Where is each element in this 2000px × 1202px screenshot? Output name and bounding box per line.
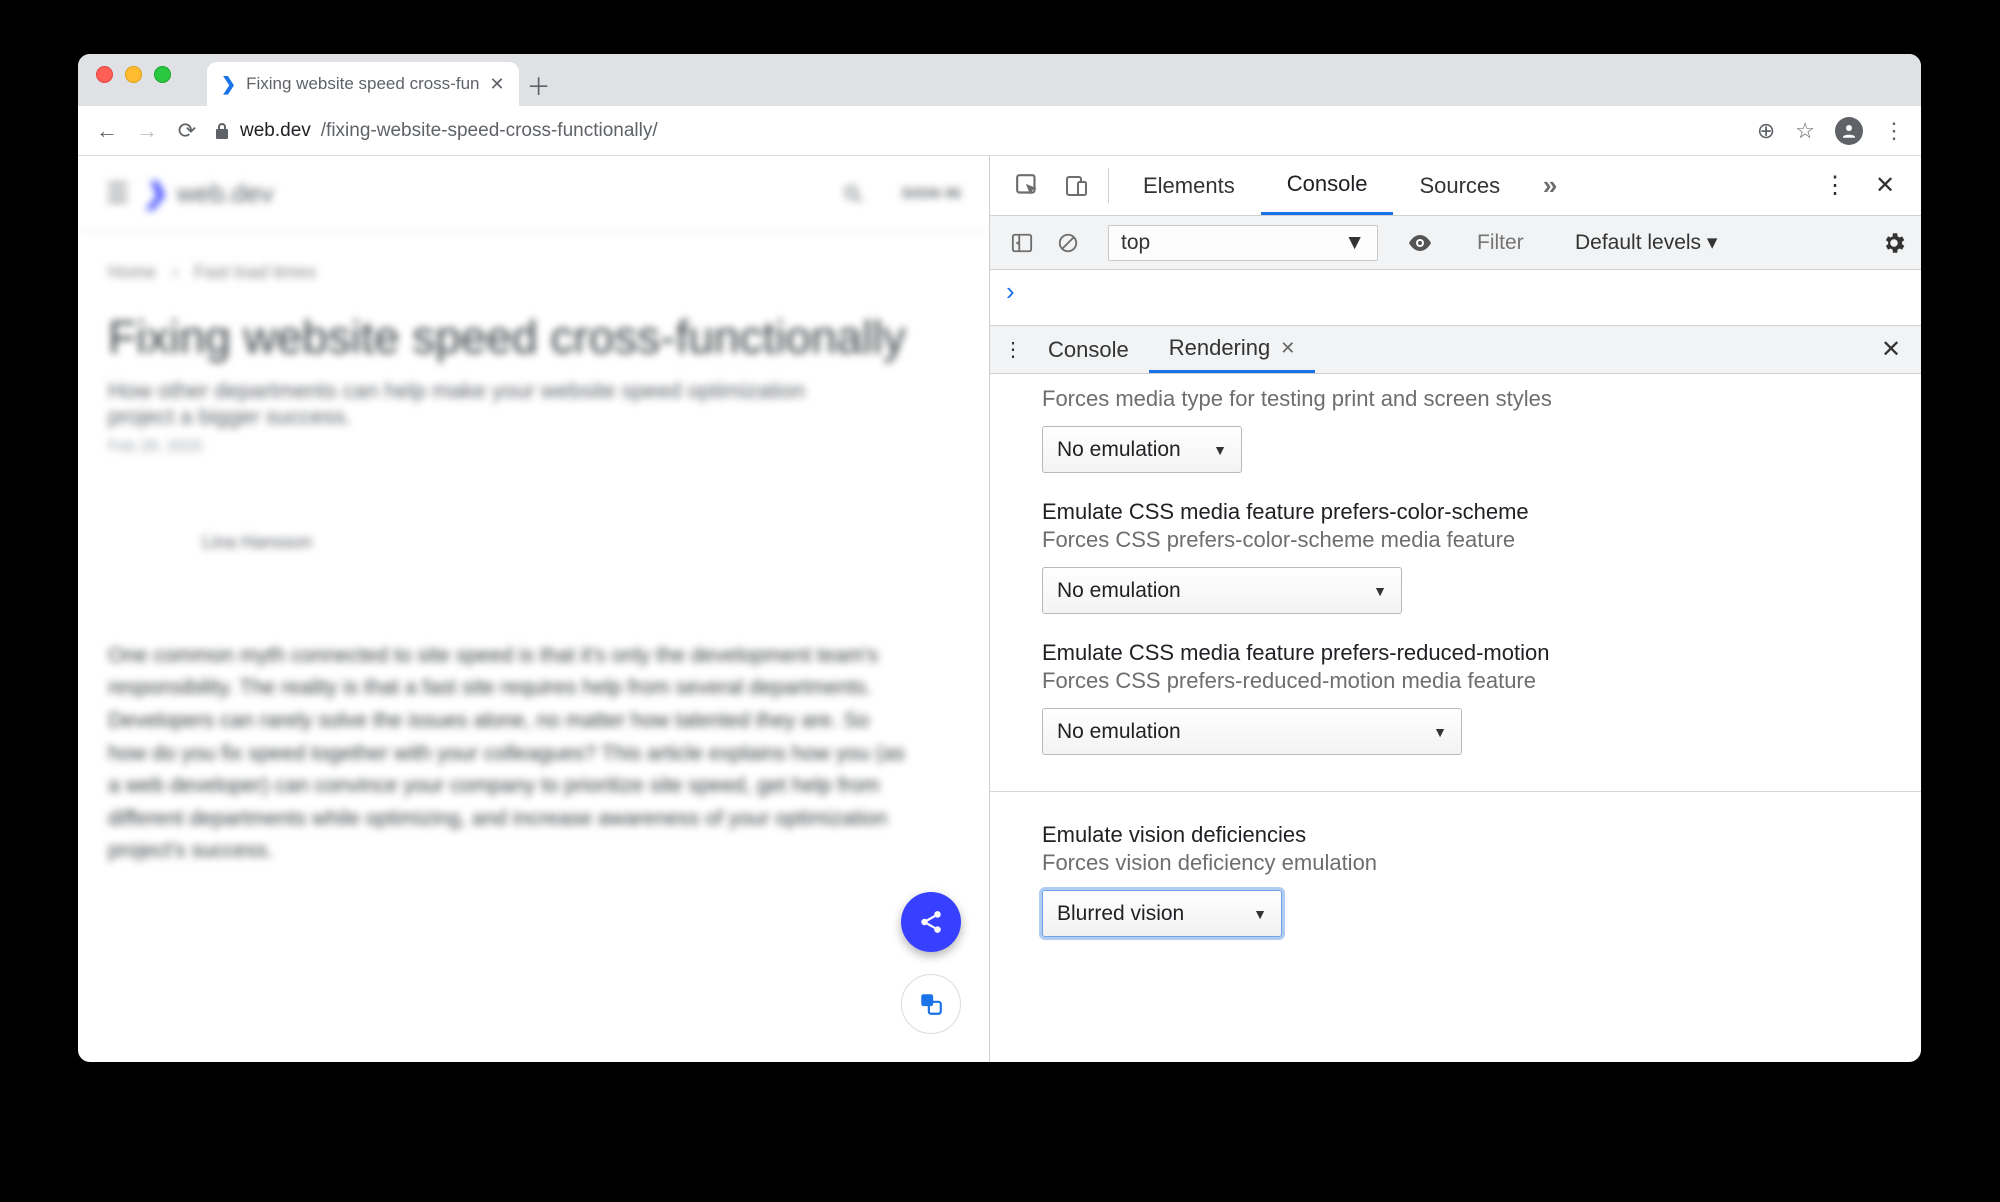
site-header: ☰ ❯ web.dev SIGN IN [78,156,989,232]
share-fab[interactable] [901,892,961,952]
console-settings-icon[interactable] [1881,230,1907,256]
tab-sources[interactable]: Sources [1393,156,1526,215]
forward-button[interactable]: → [134,118,160,144]
translate-fab[interactable] [901,974,961,1034]
devtools-tabbar: Elements Console Sources » ⋮ ✕ [990,156,1921,216]
log-levels-selector[interactable]: Default levels ▾ [1575,230,1717,255]
tab-close-icon[interactable]: ✕ [489,74,504,95]
drawer-close-icon[interactable]: ✕ [1869,326,1913,373]
window-close-button[interactable] [96,66,113,83]
devtools-close-icon[interactable]: ✕ [1863,171,1907,200]
author-avatar [108,506,182,580]
url-host: web.dev [240,120,311,142]
caret-down-icon: ▼ [1344,231,1365,255]
drawer-tab-label: Console [1048,337,1129,363]
url-path: /fixing-website-speed-cross-functionally… [321,120,658,142]
caret-down-icon: ▼ [1253,906,1267,922]
prefers-color-scheme-title: Emulate CSS media feature prefers-color-… [1042,499,1869,525]
prefers-color-scheme-select[interactable]: No emulation ▼ [1042,567,1402,614]
back-button[interactable]: ← [94,118,120,144]
more-tabs-icon[interactable]: » [1526,156,1574,215]
drawer-menu-icon[interactable]: ⋮ [998,326,1028,373]
prefers-reduced-motion-select[interactable]: No emulation ▼ [1042,708,1462,755]
prefers-reduced-motion-title: Emulate CSS media feature prefers-reduce… [1042,640,1869,666]
console-filter-input[interactable] [1477,226,1557,260]
rendering-drawer[interactable]: Forces media type for testing print and … [990,374,1921,1062]
article-paragraph: One common myth connected to site speed … [108,640,908,868]
select-value: No emulation [1057,720,1181,744]
media-type-desc: Forces media type for testing print and … [1042,386,1869,412]
context-value: top [1121,231,1150,255]
site-name: web.dev [177,178,274,209]
window-zoom-button[interactable] [154,66,171,83]
browser-menu-icon[interactable]: ⋮ [1883,118,1905,144]
page-title: Fixing website speed cross-functionally [108,311,959,364]
tab-favicon-icon: ❯ [221,74,236,95]
page-date: Feb 28, 2020 [108,438,959,456]
clear-console-icon[interactable] [1050,225,1086,261]
install-icon[interactable]: ⊕ [1757,118,1775,144]
prefers-reduced-motion-desc: Forces CSS prefers-reduced-motion media … [1042,668,1869,694]
select-value: No emulation [1057,579,1181,603]
tab-title: Fixing website speed cross-fun [246,74,479,94]
drawer-tabbar: ⋮ Console Rendering ✕ ✕ [990,326,1921,374]
window-minimize-button[interactable] [125,66,142,83]
page-viewport: ☰ ❯ web.dev SIGN IN Home › [78,156,990,1062]
lock-icon [214,122,230,140]
media-type-select[interactable]: No emulation ▼ [1042,426,1242,473]
breadcrumb-item[interactable]: Home [108,262,156,283]
breadcrumb[interactable]: Home › Fast load times [108,262,959,283]
prefers-color-scheme-desc: Forces CSS prefers-color-scheme media fe… [1042,527,1869,553]
search-icon[interactable] [842,183,864,205]
author-name: Lina Hansson [202,532,312,553]
console-output[interactable]: › [990,270,1921,326]
devtools-menu-icon[interactable]: ⋮ [1813,171,1857,200]
drawer-tab-label: Rendering [1169,335,1271,361]
titlebar: ❯ Fixing website speed cross-fun ✕ ＋ [78,54,1921,106]
console-prompt-icon: › [1006,276,1015,306]
vision-deficiencies-desc: Forces vision deficiency emulation [1042,850,1869,876]
device-toolbar-icon[interactable] [1052,156,1100,215]
browser-toolbar: ← → ⟳ web.dev/fixing-website-speed-cross… [78,106,1921,156]
browser-tab[interactable]: ❯ Fixing website speed cross-fun ✕ [207,62,519,106]
select-value: Blurred vision [1057,902,1184,926]
live-expression-icon[interactable] [1402,225,1438,261]
caret-down-icon: ▼ [1213,442,1227,458]
reload-button[interactable]: ⟳ [174,118,200,144]
console-toolbar: top ▼ Default levels ▾ [990,216,1921,270]
address-bar[interactable]: web.dev/fixing-website-speed-cross-funct… [214,120,1743,142]
console-sidebar-toggle-icon[interactable] [1004,225,1040,261]
devtools-panel: Elements Console Sources » ⋮ ✕ [990,156,1921,1062]
menu-icon[interactable]: ☰ [106,178,129,209]
chevron-right-icon: › [172,262,178,283]
tab-elements[interactable]: Elements [1117,156,1261,215]
inspect-element-icon[interactable] [1004,156,1052,215]
site-logo[interactable]: ❯ web.dev [145,177,273,210]
profile-avatar[interactable] [1835,117,1863,145]
vision-deficiencies-title: Emulate vision deficiencies [1042,822,1869,848]
caret-down-icon: ▼ [1433,724,1447,740]
breadcrumb-item[interactable]: Fast load times [194,262,316,283]
select-value: No emulation [1057,438,1181,462]
new-tab-button[interactable]: ＋ [519,62,559,106]
author-block: Lina Hansson [108,506,959,580]
caret-down-icon: ▼ [1373,583,1387,599]
drawer-tab-rendering[interactable]: Rendering ✕ [1149,326,1316,373]
vision-deficiencies-select[interactable]: Blurred vision ▼ [1042,890,1282,937]
drawer-tab-console[interactable]: Console [1028,326,1149,373]
page-subtitle: How other departments can help make your… [108,378,868,430]
tab-console[interactable]: Console [1261,156,1394,215]
sign-in-link[interactable]: SIGN IN [902,185,961,202]
drawer-tab-close-icon[interactable]: ✕ [1280,338,1295,359]
browser-window: ❯ Fixing website speed cross-fun ✕ ＋ ← →… [78,54,1921,1062]
context-selector[interactable]: top ▼ [1108,225,1378,261]
bookmark-icon[interactable]: ☆ [1795,118,1815,144]
